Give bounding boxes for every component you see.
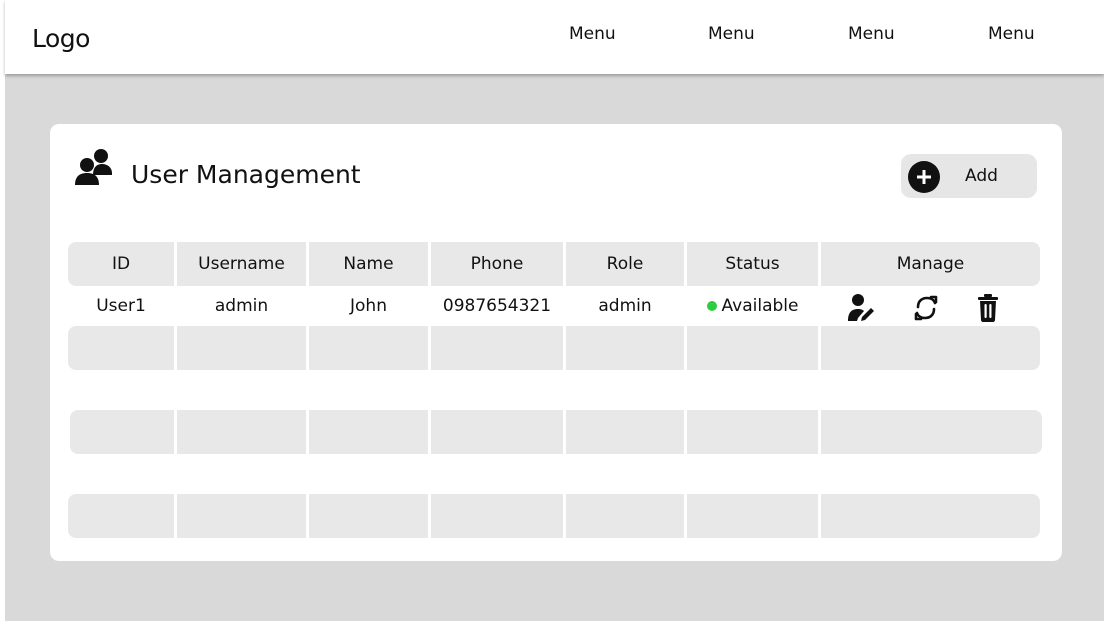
column-header-manage: Manage [821, 242, 1040, 286]
empty-cell [309, 494, 428, 538]
cell-role: admin [598, 296, 652, 316]
column-header-username[interactable]: Username [177, 242, 306, 286]
plus-circle-icon [908, 161, 940, 193]
table-row [50, 494, 1062, 538]
column-header-phone[interactable]: Phone [431, 242, 563, 286]
empty-cell [68, 326, 174, 370]
column-header-role[interactable]: Role [566, 242, 684, 286]
cell-status: Available [687, 286, 818, 326]
column-header-id[interactable]: ID [68, 242, 174, 286]
add-button-label: Add [965, 166, 998, 186]
nav-menu-3[interactable]: Menu [848, 24, 895, 44]
add-user-button[interactable]: Add [901, 154, 1037, 198]
page-title: User Management [131, 160, 361, 189]
empty-cell [566, 410, 684, 454]
status-indicator-dot [706, 301, 717, 311]
cell-id: User1 [96, 296, 146, 316]
empty-cell [431, 410, 563, 454]
empty-cell [68, 494, 174, 538]
empty-cell [70, 410, 174, 454]
empty-cell [177, 494, 306, 538]
users-icon [74, 147, 114, 187]
edit-user-icon[interactable] [847, 292, 875, 324]
empty-cell [177, 326, 306, 370]
empty-cell [566, 494, 684, 538]
column-header-status[interactable]: Status [687, 242, 818, 286]
empty-cell [309, 326, 428, 370]
empty-cell [431, 494, 563, 538]
empty-cell [431, 326, 563, 370]
empty-cell [687, 410, 818, 454]
status-label: Available [721, 296, 799, 316]
table-row [50, 410, 1062, 454]
user-management-card: User Management Add ID Username Name Pho… [50, 124, 1062, 561]
empty-cell [309, 410, 428, 454]
column-header-name[interactable]: Name [309, 242, 428, 286]
nav-menu-2[interactable]: Menu [708, 24, 755, 44]
empty-cell [687, 326, 818, 370]
refresh-icon[interactable] [912, 292, 940, 324]
empty-cell [177, 410, 306, 454]
trash-icon[interactable] [974, 292, 1002, 324]
cell-name: John [350, 296, 387, 316]
empty-cell [821, 410, 1042, 454]
logo[interactable]: Logo [32, 24, 90, 53]
top-navbar: Logo Menu Menu Menu Menu [5, 0, 1104, 74]
nav-menu-4[interactable]: Menu [988, 24, 1035, 44]
empty-cell [821, 326, 1040, 370]
cell-username: admin [214, 296, 269, 316]
empty-cell [821, 494, 1040, 538]
page: Logo Menu Menu Menu Menu User Management… [0, 0, 1104, 621]
nav-menu-1[interactable]: Menu [569, 24, 616, 44]
empty-cell [687, 494, 818, 538]
empty-cell [566, 326, 684, 370]
cell-phone: 0987654321 [442, 296, 552, 316]
table-row [50, 326, 1062, 370]
